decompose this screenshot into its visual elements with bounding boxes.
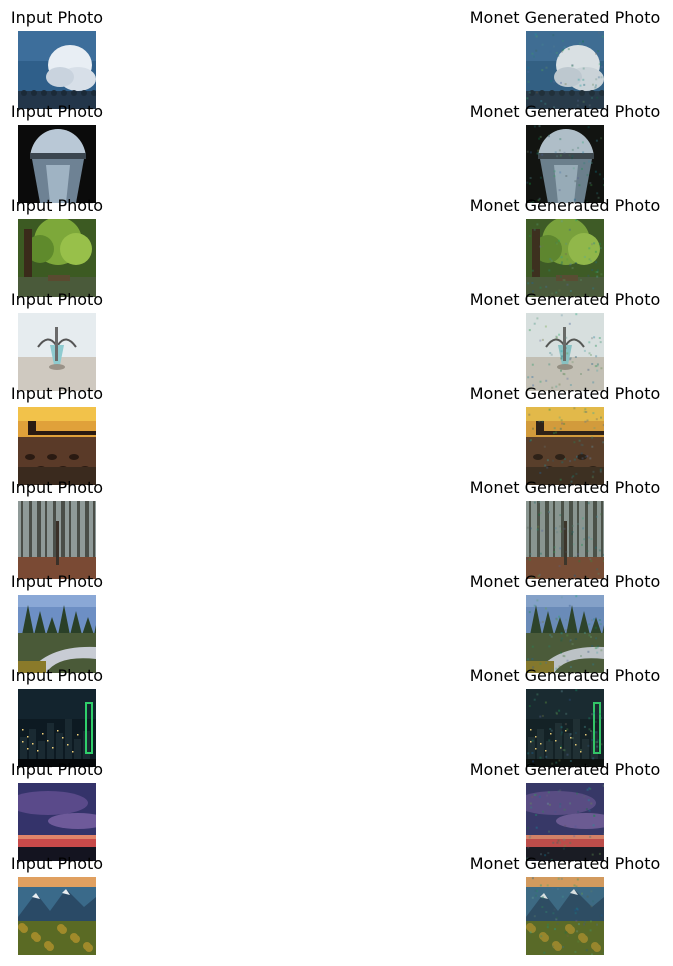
input-photo-title: Input Photo — [10, 196, 104, 215]
input-photo-image — [18, 31, 96, 109]
monet-generated-photo-title: Monet Generated Photo — [469, 572, 661, 591]
monet-generated-photo-panel: Monet Generated Photo — [465, 760, 665, 861]
monet-generated-photo-title: Monet Generated Photo — [469, 666, 661, 685]
monet-generated-photo-panel: Monet Generated Photo — [465, 478, 665, 579]
input-photo-panel: Input Photo — [0, 102, 157, 203]
monet-generated-photo-image — [526, 783, 604, 861]
input-photo-title: Input Photo — [10, 854, 104, 873]
monet-generated-photo-panel: Monet Generated Photo — [465, 666, 665, 767]
monet-generated-photo-title: Monet Generated Photo — [469, 384, 661, 403]
input-photo-image — [18, 125, 96, 203]
photo-comparison-grid: Input Photo Monet Generated Photo Input Ph… — [0, 0, 673, 966]
input-photo-panel: Input Photo — [0, 854, 157, 955]
monet-generated-photo-image — [526, 125, 604, 203]
input-photo-image — [18, 595, 96, 673]
input-photo-panel: Input Photo — [0, 478, 157, 579]
input-photo-title: Input Photo — [10, 760, 104, 779]
monet-generated-photo-image — [526, 877, 604, 955]
monet-generated-photo-title: Monet Generated Photo — [469, 102, 661, 121]
input-photo-title: Input Photo — [10, 478, 104, 497]
monet-generated-photo-panel: Monet Generated Photo — [465, 8, 665, 109]
monet-generated-photo-image — [526, 407, 604, 485]
monet-generated-photo-panel: Monet Generated Photo — [465, 290, 665, 391]
input-photo-image — [18, 501, 96, 579]
input-photo-panel: Input Photo — [0, 384, 157, 485]
input-photo-title: Input Photo — [10, 572, 104, 591]
monet-generated-photo-panel: Monet Generated Photo — [465, 384, 665, 485]
input-photo-panel: Input Photo — [0, 8, 157, 109]
monet-generated-photo-title: Monet Generated Photo — [469, 8, 661, 27]
monet-generated-photo-title: Monet Generated Photo — [469, 196, 661, 215]
input-photo-title: Input Photo — [10, 384, 104, 403]
input-photo-title: Input Photo — [10, 8, 104, 27]
input-photo-panel: Input Photo — [0, 196, 157, 297]
input-photo-panel: Input Photo — [0, 666, 157, 767]
monet-generated-photo-image — [526, 313, 604, 391]
monet-generated-photo-image — [526, 501, 604, 579]
input-photo-image — [18, 313, 96, 391]
input-photo-image — [18, 689, 96, 767]
input-photo-panel: Input Photo — [0, 290, 157, 391]
monet-generated-photo-panel: Monet Generated Photo — [465, 102, 665, 203]
monet-generated-photo-panel: Monet Generated Photo — [465, 196, 665, 297]
monet-generated-photo-title: Monet Generated Photo — [469, 760, 661, 779]
input-photo-image — [18, 783, 96, 861]
monet-generated-photo-title: Monet Generated Photo — [469, 854, 661, 873]
monet-generated-photo-image — [526, 689, 604, 767]
input-photo-image — [18, 219, 96, 297]
monet-generated-photo-title: Monet Generated Photo — [469, 290, 661, 309]
input-photo-title: Input Photo — [10, 102, 104, 121]
input-photo-image — [18, 407, 96, 485]
input-photo-panel: Input Photo — [0, 760, 157, 861]
monet-generated-photo-image — [526, 595, 604, 673]
input-photo-panel: Input Photo — [0, 572, 157, 673]
monet-generated-photo-panel: Monet Generated Photo — [465, 572, 665, 673]
input-photo-title: Input Photo — [10, 290, 104, 309]
monet-generated-photo-panel: Monet Generated Photo — [465, 854, 665, 955]
input-photo-title: Input Photo — [10, 666, 104, 685]
monet-generated-photo-image — [526, 219, 604, 297]
monet-generated-photo-title: Monet Generated Photo — [469, 478, 661, 497]
monet-generated-photo-image — [526, 31, 604, 109]
input-photo-image — [18, 877, 96, 955]
